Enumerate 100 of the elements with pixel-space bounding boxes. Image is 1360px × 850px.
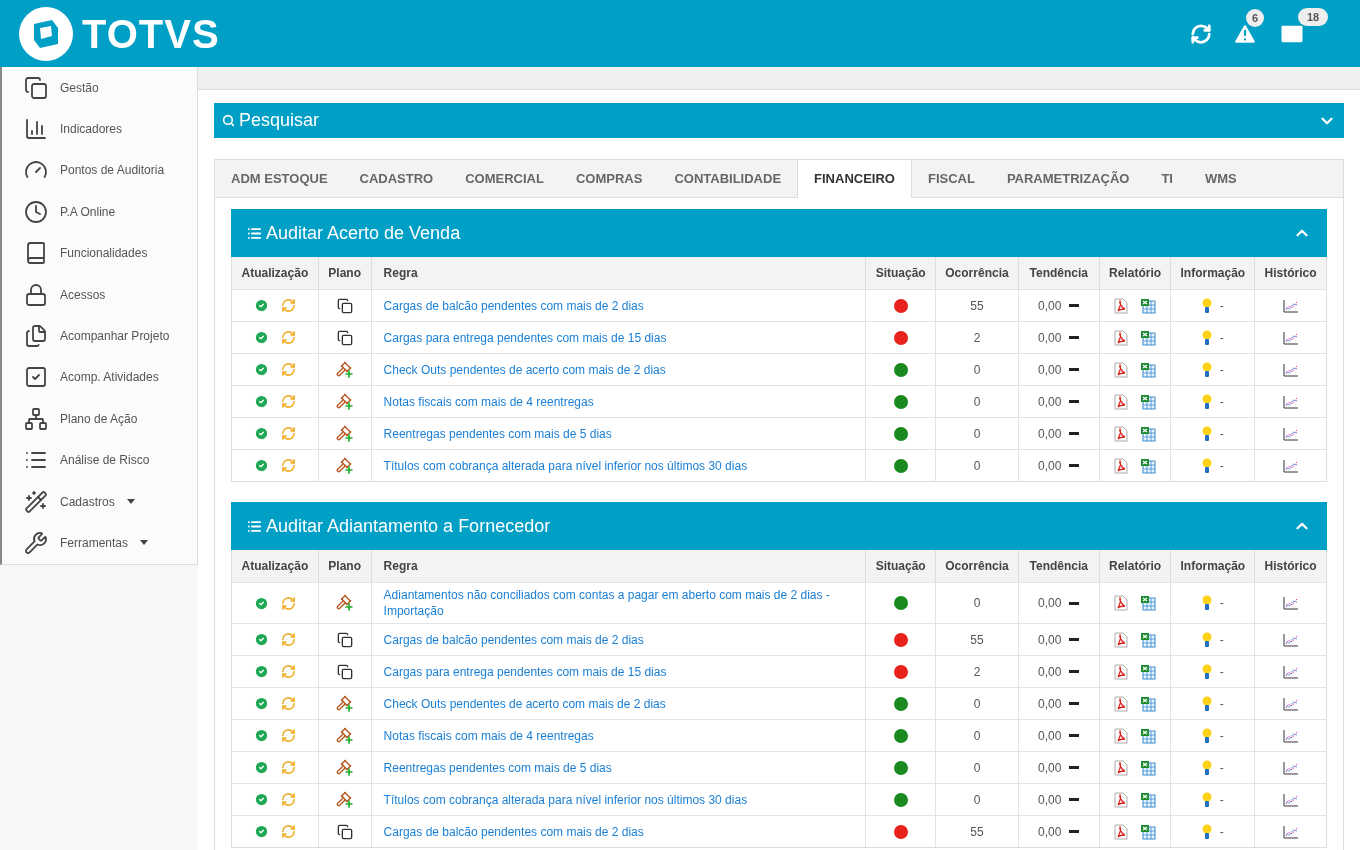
- lightbulb-icon[interactable]: [1201, 759, 1212, 776]
- pdf-icon[interactable]: [1114, 631, 1129, 648]
- sidebar-item[interactable]: Indicadores: [2, 108, 197, 150]
- lightbulb-icon[interactable]: [1201, 425, 1212, 442]
- rule-link[interactable]: Check Outs pendentes de acerto com mais de 2 dias: [383, 361, 666, 378]
- spreadsheet-icon[interactable]: [1140, 631, 1157, 648]
- pdf-icon[interactable]: [1114, 695, 1129, 712]
- gavel-plus-icon[interactable]: [335, 726, 354, 745]
- tab[interactable]: ADM ESTOQUE: [215, 160, 344, 197]
- gavel-plus-icon[interactable]: [335, 594, 354, 612]
- spreadsheet-icon[interactable]: [1140, 361, 1157, 378]
- lightbulb-icon[interactable]: [1201, 695, 1212, 712]
- pdf-icon[interactable]: [1114, 425, 1129, 442]
- sidebar-item[interactable]: Ferramentas: [2, 522, 197, 564]
- spreadsheet-icon[interactable]: [1140, 663, 1157, 680]
- tab[interactable]: COMPRAS: [559, 160, 659, 197]
- rule-link[interactable]: Títulos com cobrança alterada para nível inferior nos últimos 30 dias: [383, 457, 748, 474]
- line-chart-icon[interactable]: [1282, 458, 1299, 473]
- rule-link[interactable]: Notas fiscais com mais de 4 reentregas: [383, 727, 594, 744]
- line-chart-icon[interactable]: [1282, 394, 1299, 409]
- section-header[interactable]: Auditar Acerto de Venda: [231, 209, 1327, 257]
- line-chart-icon[interactable]: [1282, 824, 1299, 839]
- tab[interactable]: FISCAL: [911, 160, 991, 197]
- line-chart-icon[interactable]: [1282, 596, 1299, 610]
- lightbulb-icon[interactable]: [1201, 791, 1212, 808]
- tab[interactable]: WMS: [1189, 160, 1253, 197]
- pdf-icon[interactable]: [1114, 595, 1129, 611]
- pdf-icon[interactable]: [1114, 663, 1129, 680]
- spreadsheet-icon[interactable]: [1140, 727, 1157, 744]
- spreadsheet-icon[interactable]: [1140, 595, 1157, 611]
- documents-icon[interactable]: [336, 631, 353, 648]
- gavel-plus-icon[interactable]: [335, 424, 354, 443]
- lightbulb-icon[interactable]: [1201, 631, 1212, 648]
- spreadsheet-icon[interactable]: [1140, 329, 1157, 346]
- spreadsheet-icon[interactable]: [1140, 823, 1157, 840]
- lightbulb-icon[interactable]: [1201, 361, 1212, 378]
- rule-link[interactable]: Cargas de balcão pendentes com mais de 2 dias: [383, 823, 644, 840]
- spreadsheet-icon[interactable]: [1140, 791, 1157, 808]
- sidebar-item[interactable]: Plano de Ação: [2, 398, 197, 440]
- line-chart-icon[interactable]: [1282, 298, 1299, 313]
- documents-icon[interactable]: [336, 329, 353, 346]
- sidebar-item[interactable]: Gestão: [2, 67, 197, 109]
- rule-link[interactable]: Reentregas pendentes com mais de 5 dias: [383, 425, 612, 442]
- line-chart-icon[interactable]: [1282, 632, 1299, 647]
- lightbulb-icon[interactable]: [1201, 329, 1212, 346]
- sidebar-item[interactable]: Pontos de Auditoria: [2, 149, 197, 192]
- sidebar-item[interactable]: Análise de Risco: [2, 439, 197, 481]
- gavel-plus-icon[interactable]: [335, 360, 354, 379]
- spreadsheet-icon[interactable]: [1140, 393, 1157, 410]
- line-chart-icon[interactable]: [1282, 664, 1299, 679]
- lightbulb-icon[interactable]: [1201, 663, 1212, 680]
- lightbulb-icon[interactable]: [1201, 823, 1212, 840]
- lightbulb-icon[interactable]: [1201, 457, 1212, 474]
- tab[interactable]: PARAMETRIZAÇÃO: [990, 160, 1146, 197]
- line-chart-icon[interactable]: [1282, 330, 1299, 345]
- spreadsheet-icon[interactable]: [1140, 457, 1157, 474]
- tab[interactable]: FINANCEIRO: [797, 160, 912, 198]
- sidebar-item[interactable]: Acomp. Atividades: [2, 356, 197, 399]
- documents-icon[interactable]: [336, 823, 353, 840]
- rule-link[interactable]: Check Outs pendentes de acerto com mais de 2 dias: [383, 695, 666, 712]
- rule-link[interactable]: Notas fiscais com mais de 4 reentregas: [383, 393, 594, 410]
- tab[interactable]: CONTABILIDADE: [658, 160, 798, 197]
- rule-link[interactable]: Adiantamentos não conciliados com contas a pagar em aberto com mais de 2 dias - Importação: [383, 587, 854, 619]
- section-header[interactable]: Auditar Adiantamento a Fornecedor: [231, 502, 1327, 550]
- spreadsheet-icon[interactable]: [1140, 759, 1157, 776]
- tab[interactable]: CADASTRO: [343, 160, 450, 197]
- pdf-icon[interactable]: [1114, 457, 1129, 474]
- gavel-plus-icon[interactable]: [335, 456, 354, 475]
- line-chart-icon[interactable]: [1282, 362, 1299, 377]
- lightbulb-icon[interactable]: [1201, 727, 1212, 744]
- lightbulb-icon[interactable]: [1201, 297, 1212, 314]
- rule-link[interactable]: Cargas de balcão pendentes com mais de 2 dias: [383, 631, 644, 648]
- lightbulb-icon[interactable]: [1201, 595, 1212, 611]
- pdf-icon[interactable]: [1114, 297, 1129, 314]
- rule-link[interactable]: Cargas para entrega pendentes com mais de 15 dias: [383, 663, 667, 680]
- gavel-plus-icon[interactable]: [335, 790, 354, 809]
- pdf-icon[interactable]: [1114, 393, 1129, 410]
- pdf-icon[interactable]: [1114, 727, 1129, 744]
- line-chart-icon[interactable]: [1282, 696, 1299, 711]
- pdf-icon[interactable]: [1114, 791, 1129, 808]
- spreadsheet-icon[interactable]: [1140, 425, 1157, 442]
- gavel-plus-icon[interactable]: [335, 392, 354, 411]
- gavel-plus-icon[interactable]: [335, 758, 354, 777]
- documents-icon[interactable]: [336, 663, 353, 680]
- sidebar-item[interactable]: Funcionalidades: [2, 232, 197, 274]
- pdf-icon[interactable]: [1114, 823, 1129, 840]
- pdf-icon[interactable]: [1114, 329, 1129, 346]
- rule-link[interactable]: Títulos com cobrança alterada para nível inferior nos últimos 30 dias: [383, 791, 748, 808]
- spreadsheet-icon[interactable]: [1140, 695, 1157, 712]
- pdf-icon[interactable]: [1114, 759, 1129, 776]
- rule-link[interactable]: Cargas de balcão pendentes com mais de 2 dias: [383, 297, 644, 314]
- rule-link[interactable]: Cargas para entrega pendentes com mais de 15 dias: [383, 329, 667, 346]
- sidebar-item[interactable]: Acompanhar Projeto: [2, 315, 197, 357]
- line-chart-icon[interactable]: [1282, 792, 1299, 807]
- tab[interactable]: COMERCIAL: [449, 160, 560, 197]
- sidebar-item[interactable]: P.A Online: [2, 191, 197, 233]
- line-chart-icon[interactable]: [1282, 728, 1299, 743]
- refresh-icon[interactable]: [1190, 22, 1212, 45]
- spreadsheet-icon[interactable]: [1140, 297, 1157, 314]
- sidebar-item[interactable]: Acessos: [2, 273, 197, 316]
